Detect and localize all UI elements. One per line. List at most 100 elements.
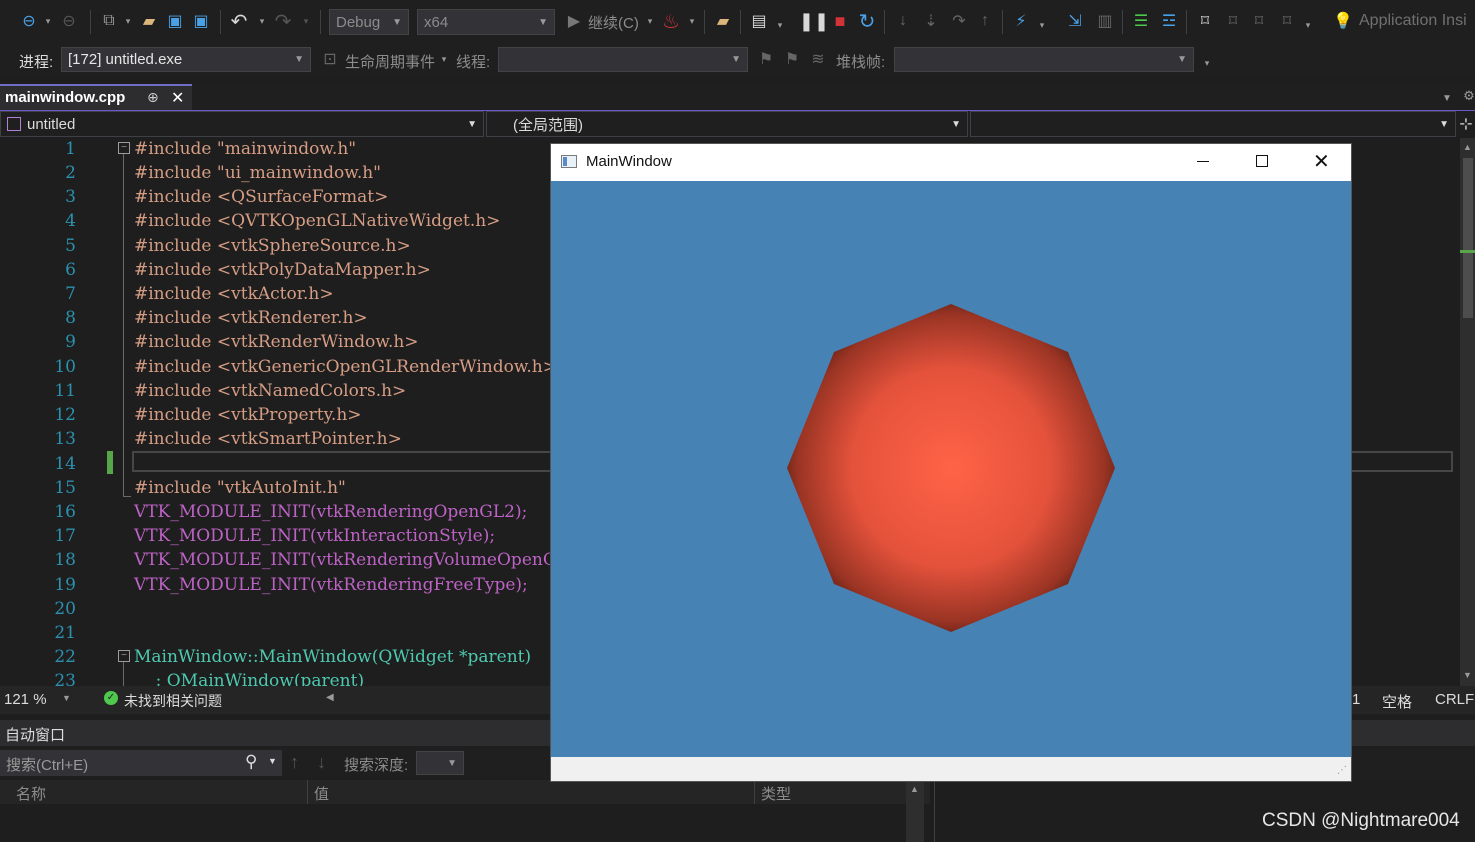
search-next-icon[interactable]: ↓ bbox=[317, 752, 326, 773]
column-name-header[interactable]: 名称 bbox=[16, 783, 46, 804]
close-icon[interactable]: ✕ bbox=[171, 88, 184, 108]
pause-icon[interactable]: ❚❚ bbox=[799, 10, 829, 32]
search-previous-icon[interactable]: ↑ bbox=[290, 752, 299, 773]
hot-reload-icon[interactable]: ♨ bbox=[660, 10, 682, 33]
scroll-left-icon[interactable]: ◀ bbox=[326, 692, 334, 703]
issues-label[interactable]: 未找到相关问题 bbox=[124, 691, 222, 711]
back-icon[interactable]: ⊖ bbox=[18, 10, 40, 32]
column-type-header[interactable]: 类型 bbox=[761, 783, 791, 804]
step-into-icon[interactable]: ↓ bbox=[892, 10, 914, 32]
bookmark-icon[interactable]: ⌑ bbox=[1194, 10, 1216, 32]
tab-mainwindow-cpp[interactable]: mainwindow.cpp ⊕ ✕ bbox=[0, 84, 192, 110]
code-line[interactable]: : QMainWindow(parent) bbox=[134, 671, 364, 686]
thread-select[interactable]: ▼ bbox=[498, 47, 748, 72]
memory-icon[interactable]: ▥ bbox=[1094, 10, 1116, 32]
step-over-icon[interactable]: ⇣ bbox=[920, 10, 942, 32]
autos-search-input[interactable]: 搜索(Ctrl+E) ⚲ ▼ bbox=[0, 750, 282, 776]
scrollbar-thumb[interactable] bbox=[1463, 158, 1473, 318]
code-line[interactable]: VTK_MODULE_INIT(vtkInteractionStyle); bbox=[134, 526, 495, 546]
code-line[interactable]: #include <vtkSmartPointer.h> bbox=[134, 429, 402, 449]
toolbar-overflow-icon[interactable]: ▾ bbox=[1200, 52, 1214, 74]
search-icon[interactable]: ⚲ bbox=[245, 752, 257, 772]
platform-select[interactable]: x64 ▼ bbox=[417, 9, 555, 35]
continue-dropdown-icon[interactable]: ▾ bbox=[644, 10, 656, 32]
stop-icon[interactable]: ■ bbox=[830, 10, 850, 32]
forward-icon[interactable]: ⊖ bbox=[58, 10, 80, 32]
new-project-icon[interactable]: ⧉ bbox=[98, 10, 120, 32]
stack-frame-select[interactable]: ▼ bbox=[894, 47, 1194, 72]
lifecycle-icon[interactable]: ⊡ bbox=[320, 48, 340, 70]
minimize-icon[interactable] bbox=[1197, 161, 1209, 162]
browse-folder-icon[interactable]: ▰ bbox=[712, 10, 734, 32]
collapse-icon[interactable]: − bbox=[118, 142, 130, 154]
stack-toggle-icon[interactable]: ≋ bbox=[808, 48, 828, 70]
code-line[interactable]: #include <vtkNamedColors.h> bbox=[134, 381, 406, 401]
new-dropdown-icon[interactable]: ▾ bbox=[122, 10, 134, 32]
format-icon[interactable]: ☰ bbox=[1130, 10, 1152, 32]
autos-scrollbar[interactable]: ▲ bbox=[906, 780, 924, 842]
code-line[interactable]: #include "vtkAutoInit.h" bbox=[134, 478, 346, 498]
code-line[interactable]: #include "ui_mainwindow.h" bbox=[134, 163, 381, 183]
threads-dropdown-icon[interactable]: ▾ bbox=[1036, 14, 1048, 36]
step-back-icon[interactable]: ↑ bbox=[974, 10, 996, 32]
application-insights-label[interactable]: Application Insi bbox=[1359, 12, 1467, 30]
autos-list[interactable] bbox=[0, 804, 930, 842]
collapse-icon[interactable]: − bbox=[118, 650, 130, 662]
step-out-icon[interactable]: ↷ bbox=[948, 10, 970, 32]
comment-icon[interactable]: ☲ bbox=[1158, 10, 1180, 32]
continue-label[interactable]: 继续(C) bbox=[588, 12, 639, 33]
save-all-icon[interactable]: ▣ bbox=[190, 10, 212, 32]
zoom-dropdown-icon[interactable]: ▼ bbox=[62, 693, 71, 703]
code-line[interactable]: #include <vtkActor.h> bbox=[134, 284, 334, 304]
indent-mode[interactable]: 空格 bbox=[1382, 691, 1412, 712]
run-to-cursor-icon[interactable]: ⇲ bbox=[1064, 10, 1086, 32]
show-threads-icon[interactable]: ⚡ bbox=[1010, 10, 1032, 32]
column-indicator[interactable]: 1 bbox=[1352, 691, 1360, 708]
redo-icon[interactable]: ↷ bbox=[272, 10, 294, 33]
scroll-down-icon[interactable]: ▼ bbox=[1463, 670, 1472, 680]
line-ending[interactable]: CRLF bbox=[1435, 691, 1474, 708]
scope-select[interactable]: (全局范围) ▼ bbox=[486, 111, 968, 137]
bookmark-dropdown-icon[interactable]: ▾ bbox=[1302, 14, 1314, 36]
settings-gear-icon[interactable]: ⚙ bbox=[1462, 86, 1475, 106]
diagnostics-icon[interactable]: ▤ bbox=[748, 10, 770, 32]
save-icon[interactable]: ▣ bbox=[164, 10, 186, 32]
code-line[interactable]: VTK_MODULE_INIT(vtkRenderingOpenGL2); bbox=[134, 502, 527, 522]
pin-icon[interactable]: ⊕ bbox=[147, 89, 159, 106]
code-line[interactable]: #include <vtkGenericOpenGLRenderWindow.h… bbox=[134, 357, 557, 377]
back-dropdown-icon[interactable]: ▾ bbox=[42, 10, 54, 32]
search-dropdown-icon[interactable]: ▼ bbox=[268, 756, 277, 766]
flag-icon[interactable]: ⚑ bbox=[756, 48, 776, 70]
lifecycle-dropdown-icon[interactable]: ▾ bbox=[438, 48, 450, 70]
code-line[interactable]: #include <vtkSphereSource.h> bbox=[134, 236, 411, 256]
editor-vertical-scrollbar[interactable]: ▲ ▼ bbox=[1460, 138, 1475, 686]
clear-bookmark-icon[interactable]: ⌑ bbox=[1276, 10, 1298, 32]
redo-dropdown-icon[interactable]: ▾ bbox=[300, 10, 312, 32]
qt-main-window[interactable]: MainWindow ✕ ⋰ bbox=[551, 144, 1351, 781]
prev-bookmark-icon[interactable]: ⌑ bbox=[1222, 10, 1244, 32]
flag-threads-icon[interactable]: ⚑ bbox=[782, 48, 802, 70]
process-select[interactable]: [172] untitled.exe ▼ bbox=[61, 47, 311, 72]
scroll-up-icon[interactable]: ▲ bbox=[1463, 142, 1472, 152]
restart-icon[interactable]: ↻ bbox=[856, 10, 878, 33]
project-select[interactable]: untitled ▼ bbox=[0, 111, 484, 137]
member-select[interactable]: ▼ bbox=[970, 111, 1456, 137]
zoom-level[interactable]: 121 % bbox=[4, 691, 47, 708]
column-value-header[interactable]: 值 bbox=[314, 783, 329, 804]
undo-dropdown-icon[interactable]: ▾ bbox=[256, 10, 268, 32]
code-line[interactable]: #include "mainwindow.h" bbox=[134, 139, 356, 159]
close-window-icon[interactable]: ✕ bbox=[1313, 149, 1330, 174]
play-icon[interactable]: ▶ bbox=[564, 10, 584, 32]
diagnostics-dropdown-icon[interactable]: ▾ bbox=[774, 14, 786, 36]
code-line[interactable]: VTK_MODULE_INIT(vtkRenderingFreeType); bbox=[134, 575, 528, 595]
code-line[interactable]: #include <vtkPolyDataMapper.h> bbox=[134, 260, 431, 280]
scroll-up-icon[interactable]: ▲ bbox=[910, 784, 919, 794]
next-bookmark-icon[interactable]: ⌑ bbox=[1248, 10, 1270, 32]
resize-grip-icon[interactable]: ⋰ bbox=[1337, 765, 1347, 776]
code-line[interactable]: #include <QVTKOpenGLNativeWidget.h> bbox=[134, 211, 500, 231]
code-line[interactable]: #include <vtkRenderWindow.h> bbox=[134, 332, 419, 352]
open-folder-icon[interactable]: ▰ bbox=[138, 10, 160, 32]
tab-list-dropdown-icon[interactable]: ▼ bbox=[1440, 88, 1454, 108]
code-line[interactable]: #include <vtkProperty.h> bbox=[134, 405, 362, 425]
hot-reload-dropdown-icon[interactable]: ▾ bbox=[686, 10, 698, 32]
